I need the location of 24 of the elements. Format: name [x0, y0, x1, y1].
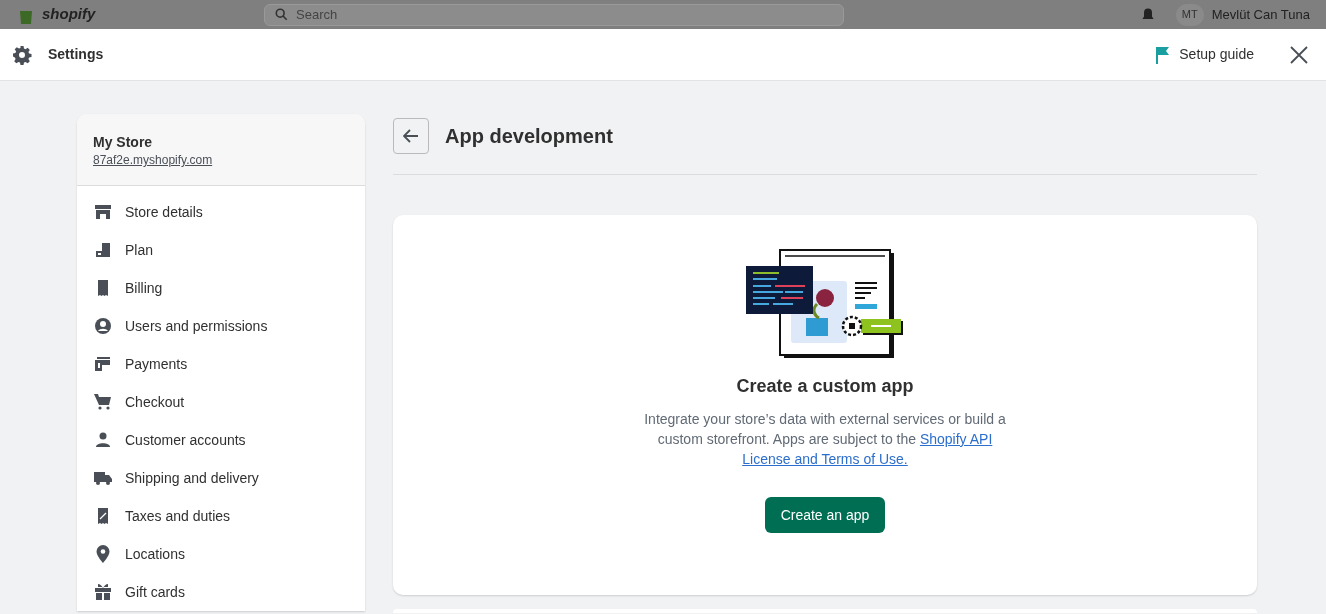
card-description: Integrate your store’s data with external services or build a custom storefront. Apps are subject to the Shopify API License and Terms of Use.	[643, 410, 1007, 469]
sidebar-item[interactable]: Payments	[77, 345, 365, 383]
sidebar-item[interactable]: Customer accounts	[77, 421, 365, 459]
window-title: Settings	[48, 45, 104, 64]
setup-guide-button[interactable]: Setup guide	[1155, 44, 1254, 65]
logo-text: shopify	[42, 4, 96, 25]
sidebar-item[interactable]: Billing	[77, 269, 365, 307]
avatar[interactable]: MT	[1175, 3, 1204, 26]
terms-link[interactable]: Shopify API	[919, 431, 993, 447]
sidebar-item[interactable]: Plan	[77, 231, 365, 269]
create-app-button[interactable]: Create an app	[764, 497, 886, 533]
sidebar-item[interactable]: Shipping and delivery	[77, 459, 365, 497]
sidebar-item[interactable]: Locations	[77, 535, 365, 573]
terms-link[interactable]: License and Terms of Use.	[742, 451, 908, 467]
sidebar-item[interactable]: Gift cards	[77, 573, 365, 611]
card-title: Create a custom app	[736, 375, 914, 398]
page-title: App development	[445, 124, 613, 149]
sidebar-item[interactable]: Checkout	[77, 383, 365, 421]
sidebar-item[interactable]: Users and permissions	[77, 307, 365, 345]
sidebar-item[interactable]: Store details	[77, 193, 365, 231]
user-name[interactable]: Mevlüt Can Tuna	[1211, 4, 1310, 25]
sidebar-item[interactable]: Taxes and duties	[77, 497, 365, 535]
store-name: My Store	[93, 133, 154, 151]
store-domain-link[interactable]: 87af2e.myshopify.com	[93, 151, 349, 169]
